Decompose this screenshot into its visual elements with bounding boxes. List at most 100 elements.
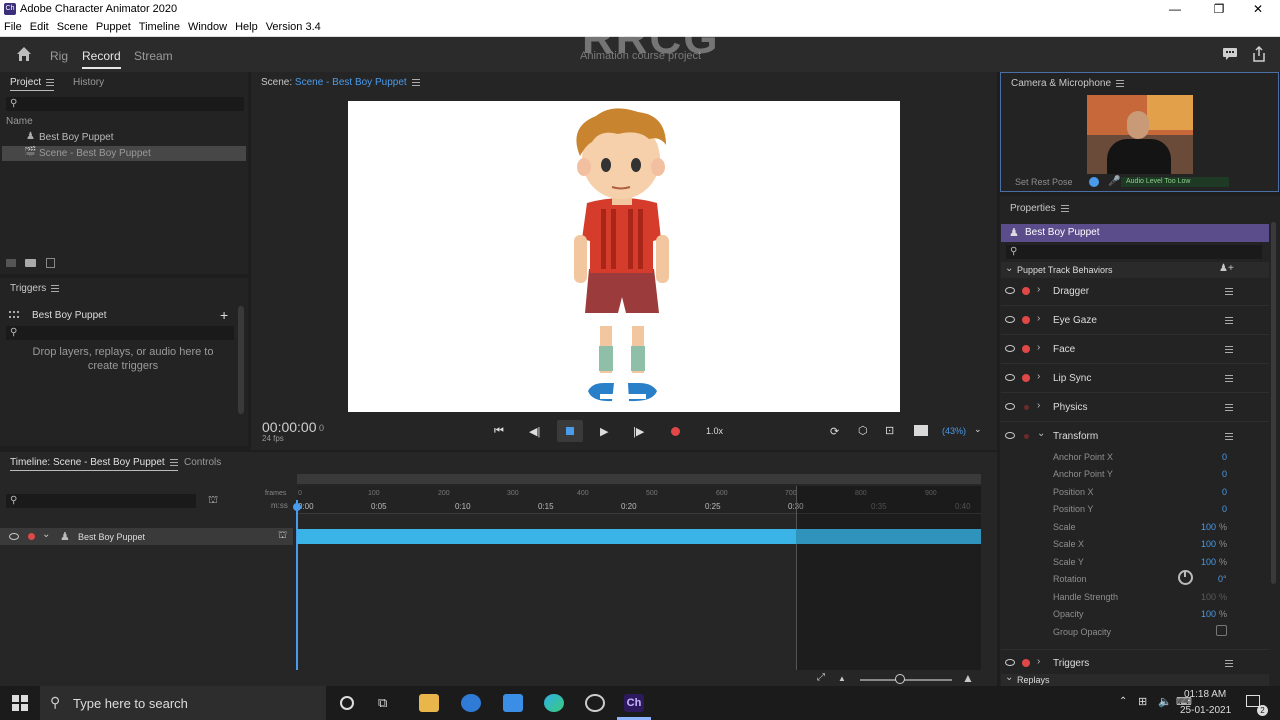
cortana-icon[interactable] [340, 696, 354, 710]
chevron-right-icon[interactable]: › [1037, 400, 1040, 411]
close-window-button[interactable]: ✕ [1243, 2, 1273, 16]
chevron-right-icon[interactable]: › [1037, 342, 1040, 353]
behavior-triggers[interactable]: › Triggers [1001, 649, 1269, 677]
arm-record-icon[interactable] [1022, 345, 1030, 353]
mail-icon[interactable] [503, 694, 523, 712]
behavior-menu-icon[interactable] [1225, 433, 1233, 440]
behavior-menu-icon[interactable] [1225, 288, 1233, 295]
step-forward-button[interactable]: |▶ [633, 425, 644, 438]
eye-icon[interactable] [1005, 287, 1015, 294]
param-scale-x-value[interactable]: 100 [1176, 539, 1216, 549]
new-item-icon[interactable] [46, 258, 55, 268]
network-icon[interactable]: ⊞ [1138, 695, 1147, 708]
play-button[interactable]: ▶ [600, 425, 608, 438]
timeline-search-input[interactable]: ⚲ [6, 494, 196, 508]
chevron-down-icon[interactable]: ⌄ [42, 529, 50, 540]
add-behavior-icon[interactable]: ♟+ [1219, 263, 1234, 274]
project-item-puppet[interactable]: ♟ Best Boy Puppet [2, 130, 246, 145]
project-search-input[interactable]: ⚲ [6, 97, 244, 111]
tab-project[interactable]: Project [10, 77, 55, 91]
eye-icon[interactable] [1005, 316, 1015, 323]
file-explorer-icon[interactable] [419, 694, 439, 712]
menu-scene[interactable]: Scene [53, 19, 92, 35]
behavior-menu-icon[interactable] [1225, 660, 1233, 667]
add-trigger-button[interactable]: + [220, 307, 228, 323]
arm-record-icon[interactable] [1022, 374, 1030, 382]
chevron-right-icon[interactable]: › [1037, 284, 1040, 295]
go-to-start-button[interactable]: ⏮ [494, 425, 504, 438]
background-color-swatch[interactable] [914, 425, 928, 436]
playhead-handle[interactable] [293, 503, 301, 511]
param-scale-value[interactable]: 100 [1176, 522, 1216, 532]
track-options-icon[interactable]: ⛫ [278, 530, 287, 543]
stop-button[interactable] [557, 420, 583, 442]
set-rest-pose-button[interactable]: Set Rest Pose [1015, 177, 1073, 187]
track-header-best-boy-puppet[interactable]: ⌄ ♟ Best Boy Puppet ⛫ [0, 528, 293, 545]
new-puppet-icon[interactable] [6, 259, 16, 267]
arm-record-icon[interactable] [1022, 287, 1030, 295]
loop-icon[interactable]: ⟳ [830, 425, 839, 438]
track-filter-icon[interactable]: ⛫ [208, 494, 218, 508]
volume-icon[interactable]: 🔈 [1158, 695, 1172, 708]
arm-record-icon[interactable] [1024, 434, 1029, 439]
face-tracking-icon[interactable]: ⬡ [858, 424, 868, 437]
behavior-menu-icon[interactable] [1225, 346, 1233, 353]
zoom-dropdown-icon[interactable]: ⌄ [974, 424, 982, 435]
param-anchor-point-x-value[interactable]: 0 [1187, 452, 1227, 462]
eye-icon[interactable] [1005, 374, 1015, 381]
clock-time[interactable]: 01:18 AM [1184, 689, 1226, 700]
share-icon[interactable] [1252, 46, 1266, 62]
behavior-menu-icon[interactable] [1225, 317, 1233, 324]
playback-speed[interactable]: 1.0x [706, 426, 723, 436]
edge-browser-icon[interactable] [544, 694, 564, 712]
microphone-icon[interactable]: 🎤 [1108, 176, 1120, 187]
param-rotation-value[interactable]: 0 [1183, 574, 1223, 584]
arm-record-icon[interactable] [28, 533, 35, 540]
record-button[interactable] [671, 427, 680, 436]
tab-history[interactable]: History [73, 77, 104, 88]
zoom-out-icon[interactable]: ▲ [838, 674, 846, 683]
zoom-level[interactable]: (43%) [942, 426, 966, 436]
chevron-right-icon[interactable]: › [1037, 656, 1040, 667]
chevron-down-icon[interactable]: ⌄ [1037, 428, 1045, 439]
menu-edit[interactable]: Edit [26, 19, 53, 35]
stream-scene-icon[interactable]: ⊡ [885, 424, 894, 437]
menu-help[interactable]: Help [231, 19, 262, 35]
triggers-search-input[interactable]: ⚲ [6, 326, 234, 340]
behavior-physics[interactable]: › Physics [1001, 394, 1269, 422]
zoom-in-icon[interactable]: ▲ [962, 671, 974, 685]
behavior-menu-icon[interactable] [1225, 404, 1233, 411]
home-icon[interactable] [15, 45, 33, 63]
fit-timeline-icon[interactable]: ⤢ [817, 672, 825, 683]
clock-date[interactable]: 25-01-2021 [1180, 705, 1231, 716]
tab-stream[interactable]: Stream [134, 49, 173, 63]
timeline-zoom-bar[interactable] [297, 474, 981, 484]
behavior-eye-gaze[interactable]: › Eye Gaze [1001, 307, 1269, 335]
eye-icon[interactable] [1005, 345, 1015, 352]
puppet-track-behaviors-header[interactable]: ⌄ Puppet Track Behaviors ♟+ [1001, 262, 1269, 278]
menu-file[interactable]: File [0, 19, 26, 35]
tab-timeline[interactable]: Timeline: Scene - Best Boy Puppet [10, 457, 178, 471]
internet-explorer-icon[interactable] [461, 694, 481, 712]
tab-rig[interactable]: Rig [50, 49, 68, 63]
step-back-button[interactable]: ◀| [529, 425, 540, 438]
properties-puppet-header[interactable]: ♟ Best Boy Puppet [1001, 224, 1269, 242]
task-view-icon[interactable]: ⧉ [378, 695, 387, 711]
behavior-menu-icon[interactable] [1225, 375, 1233, 382]
properties-search-input[interactable]: ⚲ [1006, 245, 1262, 259]
behavior-lip-sync[interactable]: › Lip Sync [1001, 365, 1269, 393]
menu-version[interactable]: Version 3.4 [262, 19, 325, 35]
behavior-transform[interactable]: ⌄ Transform [1001, 423, 1269, 451]
chat-icon[interactable] [1222, 47, 1238, 61]
triggers-scrollbar[interactable] [238, 306, 244, 414]
group-opacity-checkbox[interactable] [1216, 625, 1227, 636]
menu-timeline[interactable]: Timeline [135, 19, 184, 35]
maximize-button[interactable]: ❐ [1204, 2, 1234, 16]
eye-icon[interactable] [1005, 403, 1015, 410]
param-position-y-value[interactable]: 0 [1187, 504, 1227, 514]
windows-start-icon[interactable] [12, 695, 28, 711]
param-anchor-point-y-value[interactable]: 0 [1187, 469, 1227, 479]
properties-scrollbar[interactable] [1271, 222, 1276, 584]
tab-controls[interactable]: Controls [184, 457, 221, 468]
behavior-dragger[interactable]: › Dragger [1001, 278, 1269, 306]
